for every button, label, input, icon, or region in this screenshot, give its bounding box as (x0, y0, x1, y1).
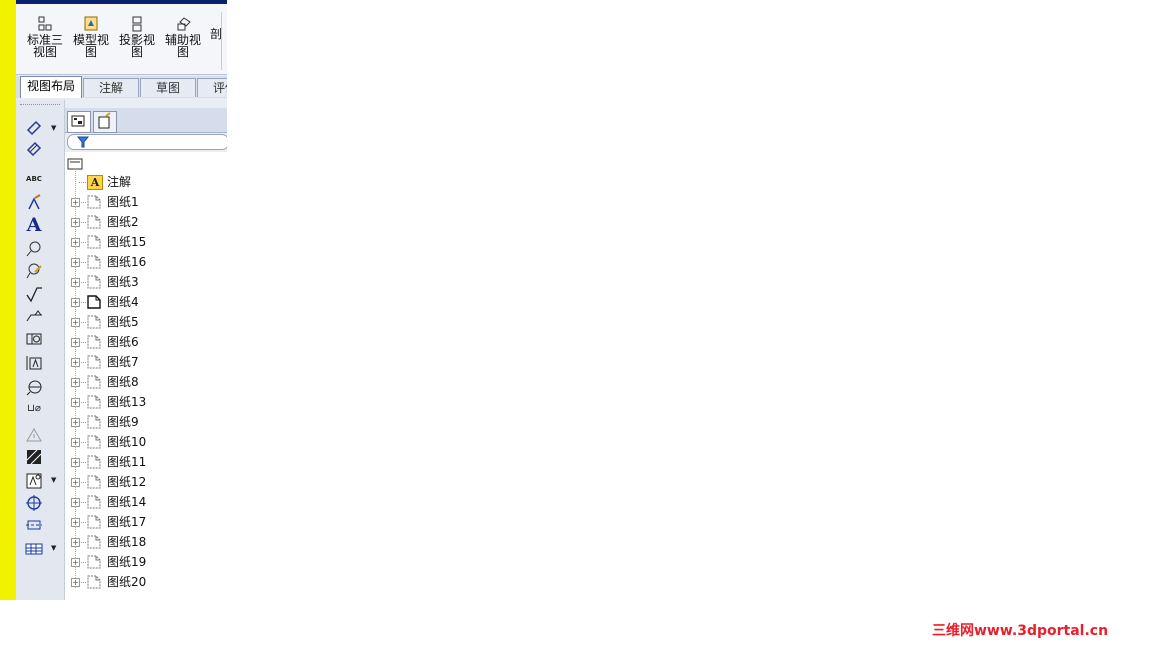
sheet-icon (87, 495, 101, 509)
feature-tree-icon (71, 115, 85, 127)
filter-icon (76, 136, 90, 148)
auxiliary-view-button[interactable]: 辅助视 图 (160, 16, 206, 58)
sheet-icon (87, 215, 101, 229)
tree-node-sheet[interactable]: + 图纸11 (65, 452, 227, 472)
tree-node-sheet[interactable]: + 图纸18 (65, 532, 227, 552)
tree-root-drawing[interactable] (67, 155, 227, 170)
sheet-icon (87, 515, 101, 529)
auxiliary-view-icon (174, 16, 192, 32)
model-items-icon[interactable] (24, 140, 44, 158)
blocks-icon[interactable] (24, 472, 44, 490)
sheet-icon (87, 455, 101, 469)
tree-node-sheet[interactable]: + 图纸10 (65, 432, 227, 452)
yellow-edge-bar (0, 0, 16, 600)
tables-icon[interactable] (24, 540, 44, 558)
sheet-icon (87, 275, 101, 289)
sheet-icon (87, 355, 101, 369)
model-view-button[interactable]: 模型视 图 (68, 16, 114, 58)
sheet-icon (87, 195, 101, 209)
chevron-down-icon[interactable]: ▼ (51, 124, 56, 132)
hole-callout-icon[interactable]: ⊔⌀ (24, 400, 44, 418)
section-view-button[interactable]: 剖 (206, 28, 226, 40)
sheet-icon (87, 255, 101, 269)
tab-view-layout[interactable]: 视图布局 (20, 76, 82, 98)
toolbar-grip[interactable] (20, 104, 60, 107)
tree-node-sheet[interactable]: + 图纸15 (65, 232, 227, 252)
sheet-icon (87, 415, 101, 429)
tree-node-sheet[interactable]: + 图纸6 (65, 332, 227, 352)
tree-node-sheet[interactable]: + 图纸17 (65, 512, 227, 532)
sheet-icon (87, 235, 101, 249)
tree-node-sheet[interactable]: + 图纸2 (65, 212, 227, 232)
tree-node-annotations[interactable]: A 注解 (65, 172, 227, 192)
surface-finish-icon[interactable] (24, 286, 44, 304)
area-hatch-icon[interactable] (24, 448, 44, 466)
tree-node-sheet[interactable]: + 图纸8 (65, 372, 227, 392)
chevron-down-icon[interactable]: ▼ (51, 476, 56, 484)
feature-tree-tab[interactable] (67, 111, 91, 133)
tree-node-sheet[interactable]: + 图纸14 (65, 492, 227, 512)
sheet-icon (87, 335, 101, 349)
tree-node-sheet[interactable]: + 图纸16 (65, 252, 227, 272)
tree-node-sheet[interactable]: + 图纸3 (65, 272, 227, 292)
balloon-icon[interactable] (24, 240, 44, 258)
tab-evaluate[interactable]: 评估 (197, 78, 227, 97)
auto-balloon-icon[interactable] (24, 262, 44, 280)
sheet-icon (87, 395, 101, 409)
watermark-text: 三维网www.3dportal.cn (932, 623, 1109, 639)
property-manager-tab[interactable] (93, 111, 117, 133)
annotation-toolbar: ▼ ABC A ⊔⌀ ▼ ▼ (16, 100, 65, 600)
standard-3view-button[interactable]: 标准三 视图 (22, 16, 68, 58)
standard-3view-icon (36, 16, 54, 32)
tree-node-sheet[interactable]: + 图纸13 (65, 392, 227, 412)
smart-dimension-icon[interactable] (24, 118, 44, 136)
feature-tree: A 注解 + 图纸1 + 图纸2 + 图纸15 + 图纸16 + 图纸3 + 图纸4 + 图纸5 + 图纸6 +… (65, 152, 227, 600)
datum-feature-icon[interactable] (24, 354, 44, 372)
sheet-icon (87, 575, 101, 589)
projected-view-button[interactable]: 投影视 图 (114, 16, 160, 58)
tree-node-sheet[interactable]: + 图纸7 (65, 352, 227, 372)
tab-annotation[interactable]: 注解 (83, 78, 139, 97)
tree-node-sheet[interactable]: + 图纸9 (65, 412, 227, 432)
drawing-document-icon (67, 158, 83, 170)
tab-sketch[interactable]: 草图 (140, 78, 196, 97)
revision-symbol-icon[interactable] (24, 426, 44, 444)
sheet-icon (87, 375, 101, 389)
drawing-app-window: 标准三 视图 模型视 图 投影视 图 辅助视 图 剖 视图布局 注解 草图 评 … (0, 0, 227, 600)
note-icon[interactable]: A (24, 216, 44, 235)
command-tabs: 视图布局 注解 草图 评估 (16, 76, 227, 98)
tree-node-sheet[interactable]: + 图纸4 (65, 292, 227, 312)
tree-node-sheet[interactable]: + 图纸5 (65, 312, 227, 332)
datum-target-icon[interactable] (24, 378, 44, 396)
tree-node-sheet[interactable]: + 图纸19 (65, 552, 227, 572)
tree-node-sheet[interactable]: + 图纸1 (65, 192, 227, 212)
tree-node-sheet[interactable]: + 图纸20 (65, 572, 227, 592)
geometric-tolerance-icon[interactable] (24, 330, 44, 348)
ribbon-separator (221, 12, 222, 70)
format-painter-icon[interactable] (24, 194, 44, 212)
sheet-icon (87, 435, 101, 449)
weld-symbol-icon[interactable] (24, 308, 44, 326)
spell-check-icon[interactable]: ABC (24, 170, 44, 188)
sheet-icon (87, 475, 101, 489)
sheet-icon (87, 315, 101, 329)
sheet-icon (87, 295, 101, 309)
model-view-icon (82, 16, 100, 32)
ribbon-toolbar: 标准三 视图 模型视 图 投影视 图 辅助视 图 剖 (16, 4, 227, 75)
centerline-icon[interactable] (24, 516, 44, 534)
center-mark-icon[interactable] (24, 494, 44, 512)
tree-filter-input[interactable] (67, 134, 227, 150)
sheet-icon (87, 555, 101, 569)
projected-view-icon (128, 16, 146, 32)
sheet-icon (87, 535, 101, 549)
tree-node-sheet[interactable]: + 图纸12 (65, 472, 227, 492)
panel-tabs (65, 108, 227, 133)
annotations-icon: A (87, 175, 103, 190)
feature-manager-panel: A 注解 + 图纸1 + 图纸2 + 图纸15 + 图纸16 + 图纸3 + 图纸4 + 图纸5 + 图纸6 +… (65, 100, 227, 600)
chevron-down-icon[interactable]: ▼ (51, 544, 56, 552)
property-manager-icon (98, 112, 111, 129)
